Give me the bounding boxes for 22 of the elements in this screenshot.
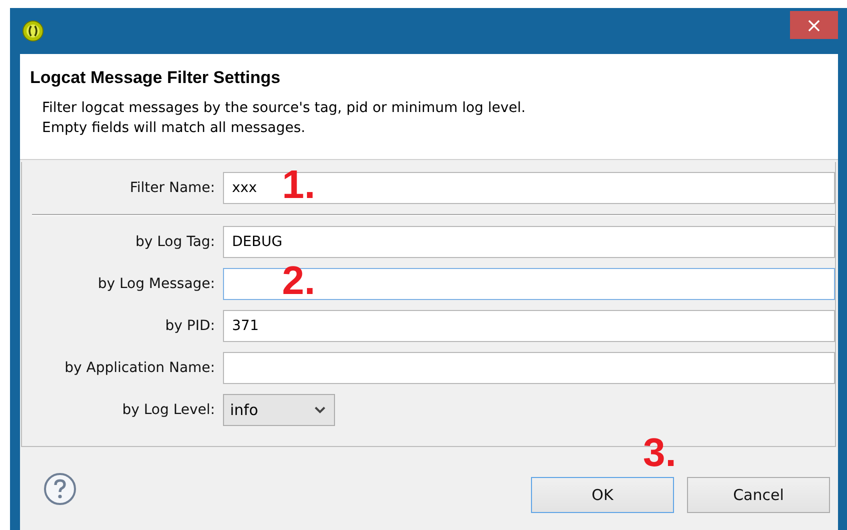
field-label: Filter Name: [128, 180, 215, 196]
field-label: by Application Name: [64, 360, 215, 376]
dialog-button[interactable]: Cancel [687, 476, 830, 512]
close-button[interactable]: × [790, 11, 838, 39]
text-field[interactable]: 371 [223, 310, 835, 342]
field-label: by Log Tag: [134, 234, 215, 250]
text-field[interactable] [223, 352, 835, 384]
field-label: by Log Message: [96, 276, 215, 292]
dialog-heading: Logcat Message Filter Settings [30, 68, 282, 88]
description-text: Filter logcat messages by the source's tag, pid or minimum log level. [41, 99, 527, 118]
app-icon [22, 20, 44, 42]
text-field[interactable]: xxx 1. [223, 172, 835, 204]
chevron-down-icon [314, 406, 326, 414]
log-level-dropdown[interactable]: info [223, 394, 335, 426]
text-field[interactable]: DEBUG [223, 226, 835, 258]
dialog-button[interactable]: OK [531, 476, 674, 512]
help-icon[interactable] [43, 472, 77, 506]
annotation-number: 3. [643, 434, 676, 470]
field-label: by Log Level: [121, 402, 215, 418]
description-text: Empty fields will match all messages. [41, 119, 306, 138]
field-label: by PID: [164, 318, 215, 334]
text-field[interactable]: 2. [223, 268, 835, 300]
